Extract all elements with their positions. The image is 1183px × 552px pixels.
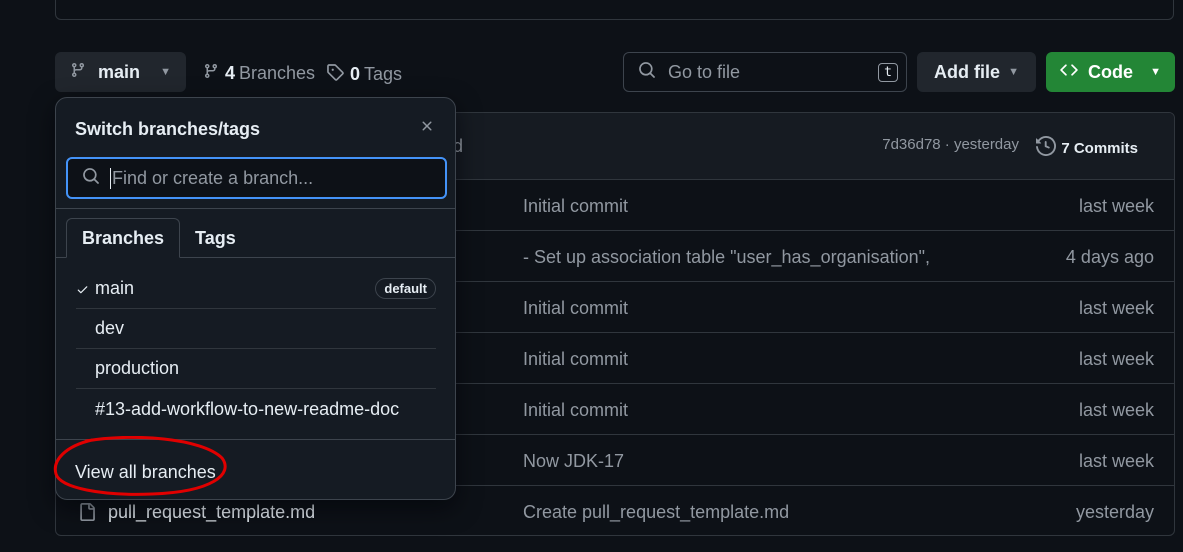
tab-tags[interactable]: Tags bbox=[180, 218, 251, 258]
file-icon bbox=[80, 503, 95, 521]
file-name: pull_request_template.md bbox=[108, 502, 316, 522]
commit-time: last week bbox=[1078, 400, 1154, 420]
check-icon bbox=[77, 286, 88, 294]
branch-filter-input[interactable]: Find or create a branch... bbox=[66, 157, 447, 199]
history-icon bbox=[1036, 135, 1061, 160]
add-file-button[interactable]: Add file ▼ bbox=[917, 52, 1036, 92]
go-to-file-placeholder: Go to file bbox=[668, 61, 741, 82]
branch-item-dev[interactable]: dev bbox=[76, 309, 436, 349]
commit-message[interactable]: - Set up association table "user_has_org… bbox=[523, 247, 930, 268]
chevron-down-icon: ▼ bbox=[1150, 66, 1161, 78]
code-button[interactable]: Code ▼ bbox=[1046, 52, 1175, 92]
tab-branches[interactable]: Branches bbox=[66, 218, 181, 258]
chevron-down-icon: ▼ bbox=[160, 66, 171, 78]
view-all-branches-link[interactable]: View all branches bbox=[75, 462, 216, 483]
git-branch-icon bbox=[70, 62, 86, 83]
commit-time: 4 days ago bbox=[1065, 247, 1154, 267]
commit-time: last week bbox=[1078, 451, 1154, 471]
code-label: Code bbox=[1088, 61, 1133, 82]
branch-filter-placeholder: Find or create a branch... bbox=[110, 167, 314, 189]
default-badge: default bbox=[375, 278, 436, 299]
search-icon bbox=[82, 167, 100, 190]
branches-link[interactable]: 4 Branches bbox=[203, 63, 315, 84]
git-branch-icon bbox=[203, 63, 219, 84]
file-name-link[interactable]: pull_request_template.md bbox=[80, 502, 316, 523]
divider bbox=[56, 208, 455, 209]
tags-link[interactable]: 0 Tags bbox=[326, 63, 402, 86]
code-icon bbox=[1060, 61, 1078, 84]
branch-name: production bbox=[95, 358, 180, 378]
commit-time: last week bbox=[1078, 298, 1154, 318]
branch-item-13-add-workflow[interactable]: #13-add-workflow-to-new-readme-doc bbox=[76, 389, 436, 429]
branches-label: Branches bbox=[239, 63, 316, 83]
add-file-label: Add file bbox=[934, 61, 1000, 82]
tags-label: Tags bbox=[364, 64, 403, 84]
branch-selector-label: main bbox=[98, 61, 141, 82]
commits-link[interactable]: 7 Commits bbox=[1036, 135, 1138, 160]
branch-selector-button[interactable]: main ▼ bbox=[55, 52, 186, 92]
commit-message[interactable]: Initial commit bbox=[523, 196, 628, 217]
branch-item-main[interactable]: main default bbox=[76, 269, 436, 309]
switch-branches-dropdown: Switch branches/tags Find or create a br… bbox=[55, 97, 456, 500]
commit-time: yesterday bbox=[1075, 502, 1154, 522]
close-icon[interactable] bbox=[419, 118, 435, 139]
commit-message[interactable]: Initial commit bbox=[523, 298, 628, 319]
go-to-file-input[interactable]: Go to file t bbox=[623, 52, 907, 92]
dropdown-title: Switch branches/tags bbox=[75, 119, 261, 139]
top-panel bbox=[55, 0, 1174, 20]
search-icon bbox=[638, 61, 656, 84]
branch-name: main bbox=[95, 278, 135, 298]
commit-message[interactable]: Initial commit bbox=[523, 349, 628, 370]
commit-message[interactable]: Create pull_request_template.md bbox=[523, 502, 789, 523]
branch-name: dev bbox=[95, 318, 125, 338]
tags-count: 0 bbox=[350, 64, 361, 84]
commits-count: 7 Commits bbox=[1061, 139, 1138, 157]
commit-time: last week bbox=[1078, 196, 1154, 216]
latest-commit-sha[interactable]: 7d36d78 · yesterday bbox=[882, 136, 1019, 153]
branch-item-production[interactable]: production bbox=[76, 349, 436, 389]
commit-message[interactable]: Initial commit bbox=[523, 400, 628, 421]
branch-tag-tabs: Branches Tags bbox=[66, 218, 251, 258]
chevron-down-icon: ▼ bbox=[1008, 66, 1019, 78]
branches-count: 4 bbox=[225, 63, 236, 83]
commit-message[interactable]: Now JDK-17 bbox=[523, 451, 624, 472]
tag-icon bbox=[326, 63, 344, 86]
divider bbox=[56, 439, 455, 440]
commit-time: last week bbox=[1078, 349, 1154, 369]
keyboard-shortcut-hint: t bbox=[878, 62, 898, 82]
branch-name: #13-add-workflow-to-new-readme-doc bbox=[95, 398, 400, 419]
